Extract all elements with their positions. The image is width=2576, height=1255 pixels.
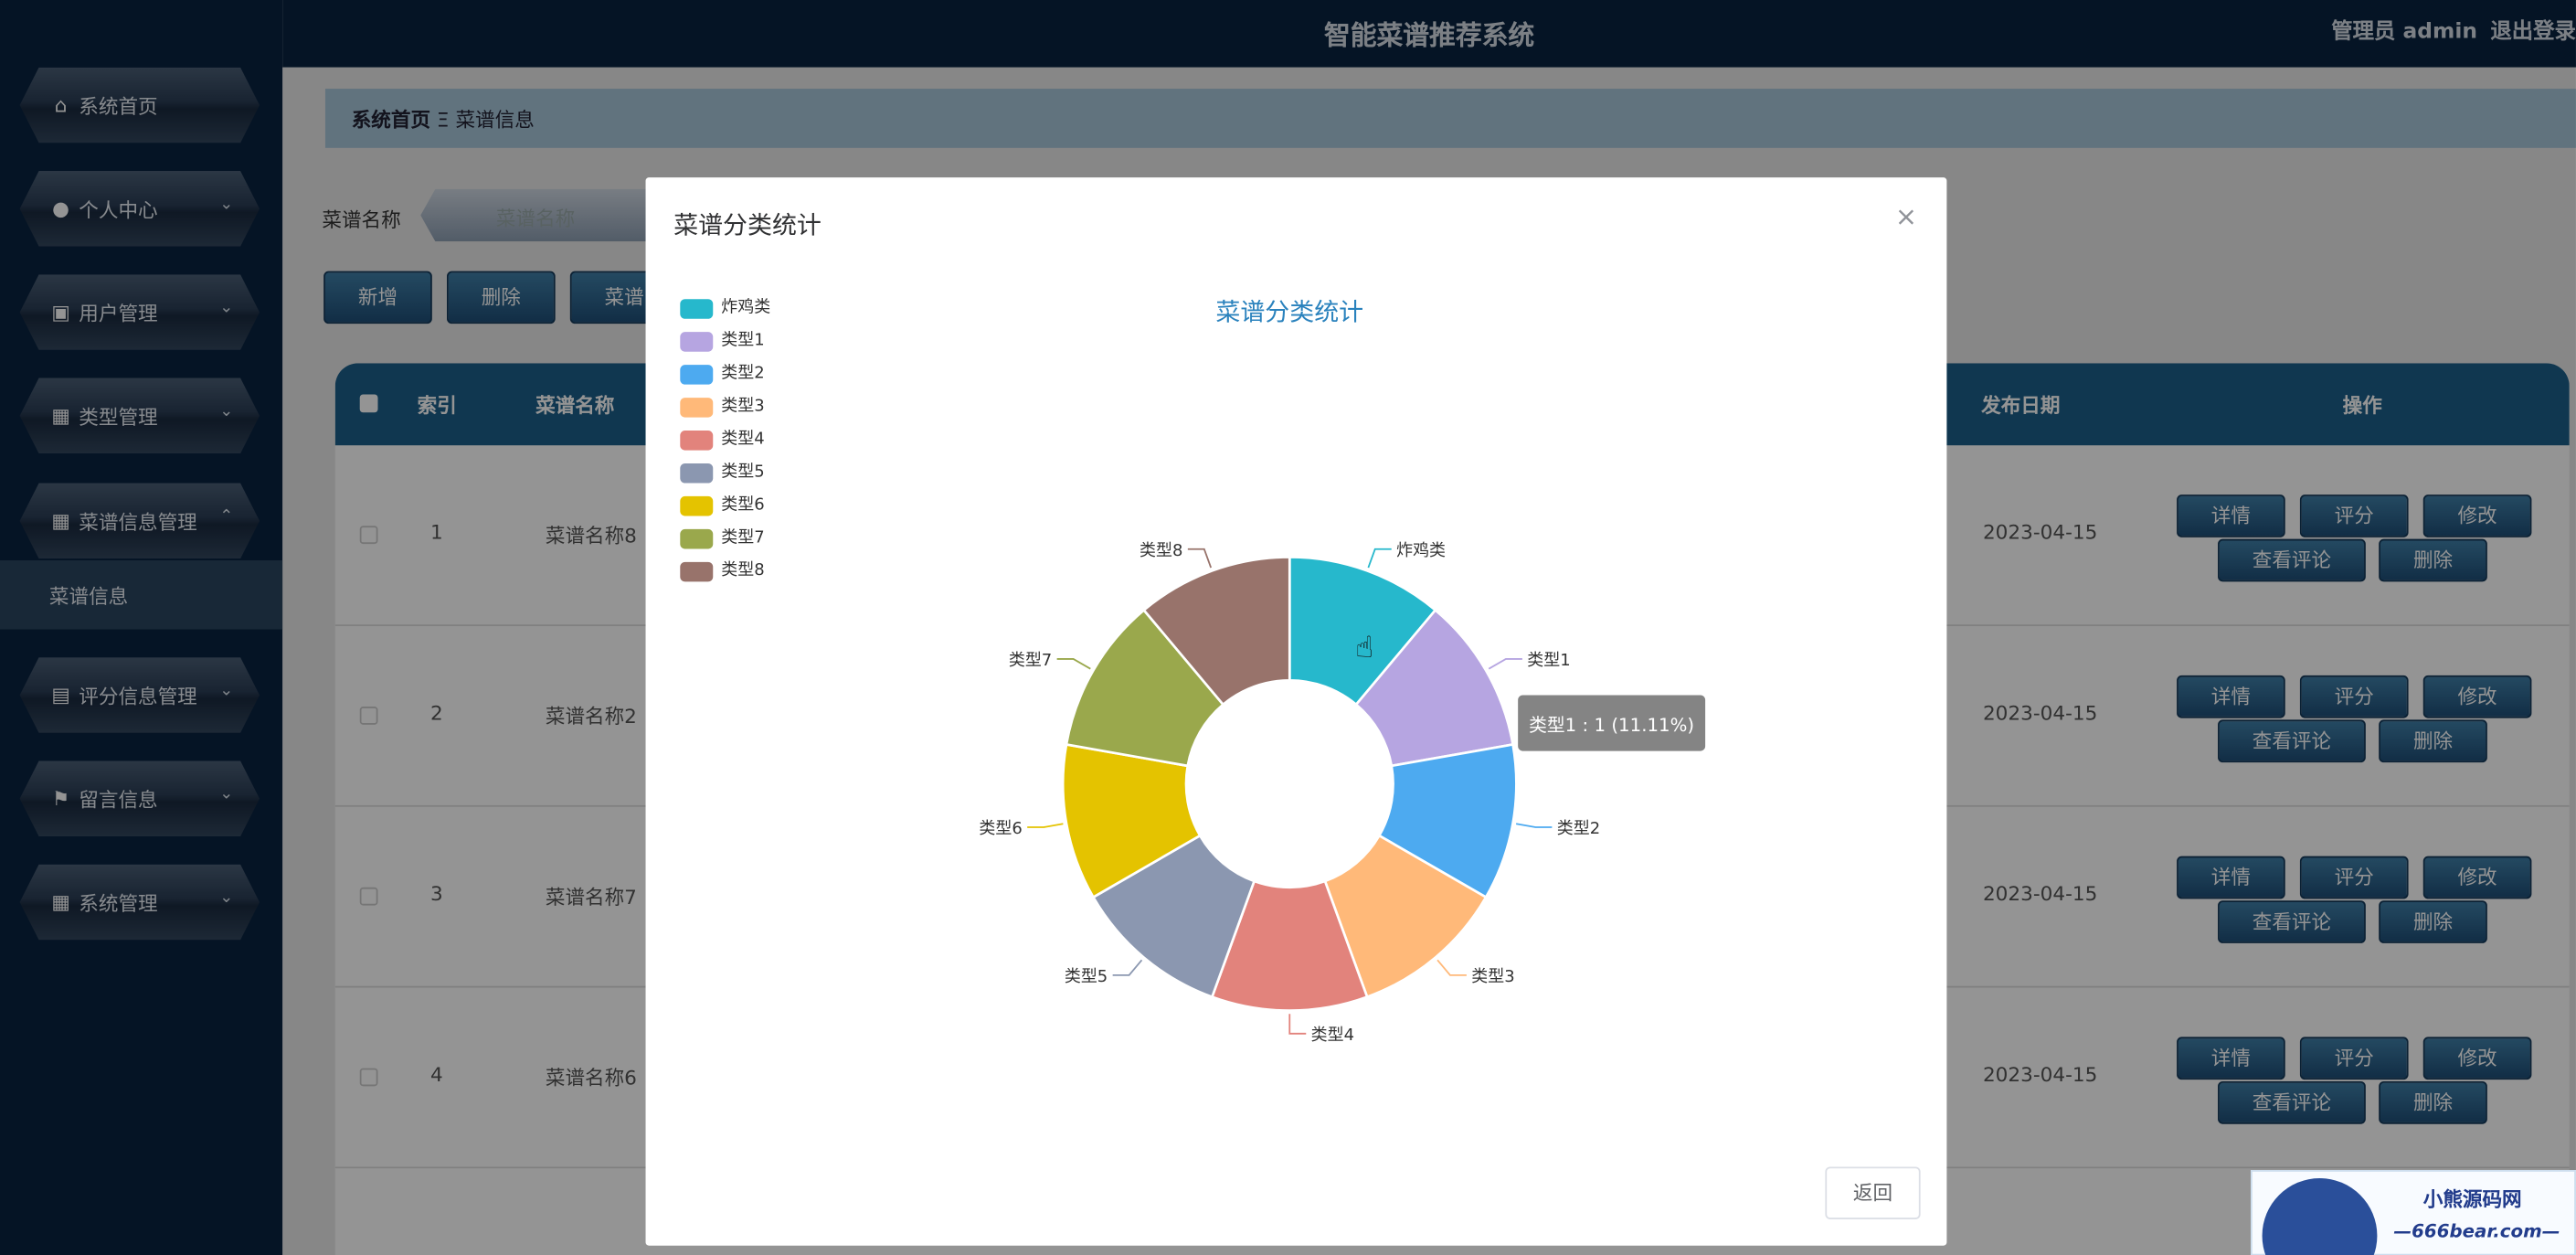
watermark-text: 小熊源码网: [2422, 1187, 2522, 1211]
slice-label: 类型5: [1065, 967, 1108, 986]
category-stats-dialog: 菜谱分类统计 × 炸鸡类 类型1 类型2 类型3 类型4 类型5 类型6 类型7 类型8 菜谱分…: [645, 177, 1947, 1246]
svg-text:类型1 : 1 (11.11%): 类型1 : 1 (11.11%): [1529, 715, 1694, 736]
label-line: [1367, 548, 1392, 569]
slice-label: 类型3: [1471, 967, 1514, 986]
label-line: [1112, 959, 1143, 976]
slice-label: 类型8: [1140, 541, 1182, 560]
return-button[interactable]: 返回: [1825, 1166, 1921, 1219]
slice-label: 类型4: [1311, 1026, 1354, 1045]
slice-label: 类型1: [1527, 651, 1570, 670]
slice-label: 类型6: [979, 819, 1022, 838]
slice-label: 类型2: [1557, 819, 1600, 838]
watermark-logo: 小熊源码网 —666bear.com—: [2250, 1170, 2576, 1255]
chart-title: 菜谱分类统计: [1215, 299, 1363, 327]
bear-logo-icon: [2262, 1178, 2378, 1255]
label-line: [1288, 1014, 1307, 1035]
label-line: [1436, 959, 1467, 976]
chart-tooltip: 类型1 : 1 (11.11%): [1518, 695, 1706, 751]
hand-cursor-icon: ☝: [1355, 630, 1373, 665]
label-line: [1515, 823, 1553, 828]
slice-label: 炸鸡类: [1396, 541, 1446, 560]
label-line: [1488, 658, 1522, 670]
donut-chart: 菜谱分类统计炸鸡类类型1 类型2 类型3 类型4 类型5 类型6 类型7 类型8 类型1 : 1…: [979, 299, 1706, 1045]
label-line: [1187, 548, 1213, 569]
slice-label: 类型7: [1009, 651, 1052, 670]
watermark-url: —666bear.com—: [2393, 1220, 2560, 1243]
label-line: [1027, 823, 1064, 828]
label-line: [1056, 658, 1091, 670]
